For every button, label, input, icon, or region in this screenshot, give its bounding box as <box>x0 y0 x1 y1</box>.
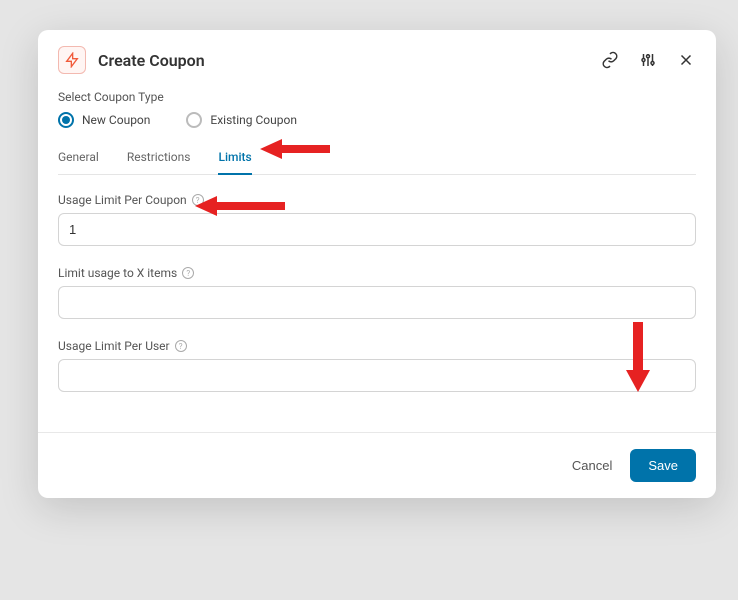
radio-existing-coupon[interactable]: Existing Coupon <box>186 112 297 128</box>
radio-new-coupon-label: New Coupon <box>82 113 150 127</box>
input-limit-usage-items[interactable] <box>58 286 696 319</box>
input-usage-limit-per-user[interactable] <box>58 359 696 392</box>
radio-indicator <box>186 112 202 128</box>
label-text: Usage Limit Per Coupon <box>58 193 187 207</box>
coupon-type-radio-group: New Coupon Existing Coupon <box>58 112 696 128</box>
label-limit-usage-items: Limit usage to X items ? <box>58 266 696 280</box>
save-button[interactable]: Save <box>630 449 696 482</box>
field-limit-usage-items: Limit usage to X items ? <box>58 266 696 319</box>
cancel-button[interactable]: Cancel <box>572 458 612 473</box>
radio-indicator-selected <box>58 112 74 128</box>
label-usage-limit-per-coupon: Usage Limit Per Coupon ? <box>58 193 696 207</box>
close-icon[interactable] <box>676 50 696 70</box>
label-text: Usage Limit Per User <box>58 339 170 353</box>
link-icon[interactable] <box>600 50 620 70</box>
field-usage-limit-per-coupon: Usage Limit Per Coupon ? <box>58 193 696 246</box>
modal-footer: Cancel Save <box>38 432 716 498</box>
modal-title: Create Coupon <box>98 51 600 70</box>
radio-existing-coupon-label: Existing Coupon <box>210 113 297 127</box>
coupon-tabs: General Restrictions Limits <box>58 142 696 175</box>
select-coupon-type-label: Select Coupon Type <box>58 90 696 104</box>
label-usage-limit-per-user: Usage Limit Per User ? <box>58 339 696 353</box>
field-usage-limit-per-user: Usage Limit Per User ? <box>58 339 696 392</box>
input-usage-limit-per-coupon[interactable] <box>58 213 696 246</box>
modal-body: Select Coupon Type New Coupon Existing C… <box>38 84 716 432</box>
create-coupon-modal: Create Coupon Select Coupon Type New Cou… <box>38 30 716 498</box>
radio-new-coupon[interactable]: New Coupon <box>58 112 150 128</box>
modal-header: Create Coupon <box>38 30 716 84</box>
help-icon[interactable]: ? <box>192 194 204 206</box>
help-icon[interactable]: ? <box>182 267 194 279</box>
tab-general[interactable]: General <box>58 142 99 174</box>
label-text: Limit usage to X items <box>58 266 177 280</box>
settings-sliders-icon[interactable] <box>638 50 658 70</box>
tab-restrictions[interactable]: Restrictions <box>127 142 191 174</box>
coupon-bolt-icon <box>58 46 86 74</box>
header-actions <box>600 50 696 70</box>
tab-limits[interactable]: Limits <box>218 142 251 174</box>
help-icon[interactable]: ? <box>175 340 187 352</box>
